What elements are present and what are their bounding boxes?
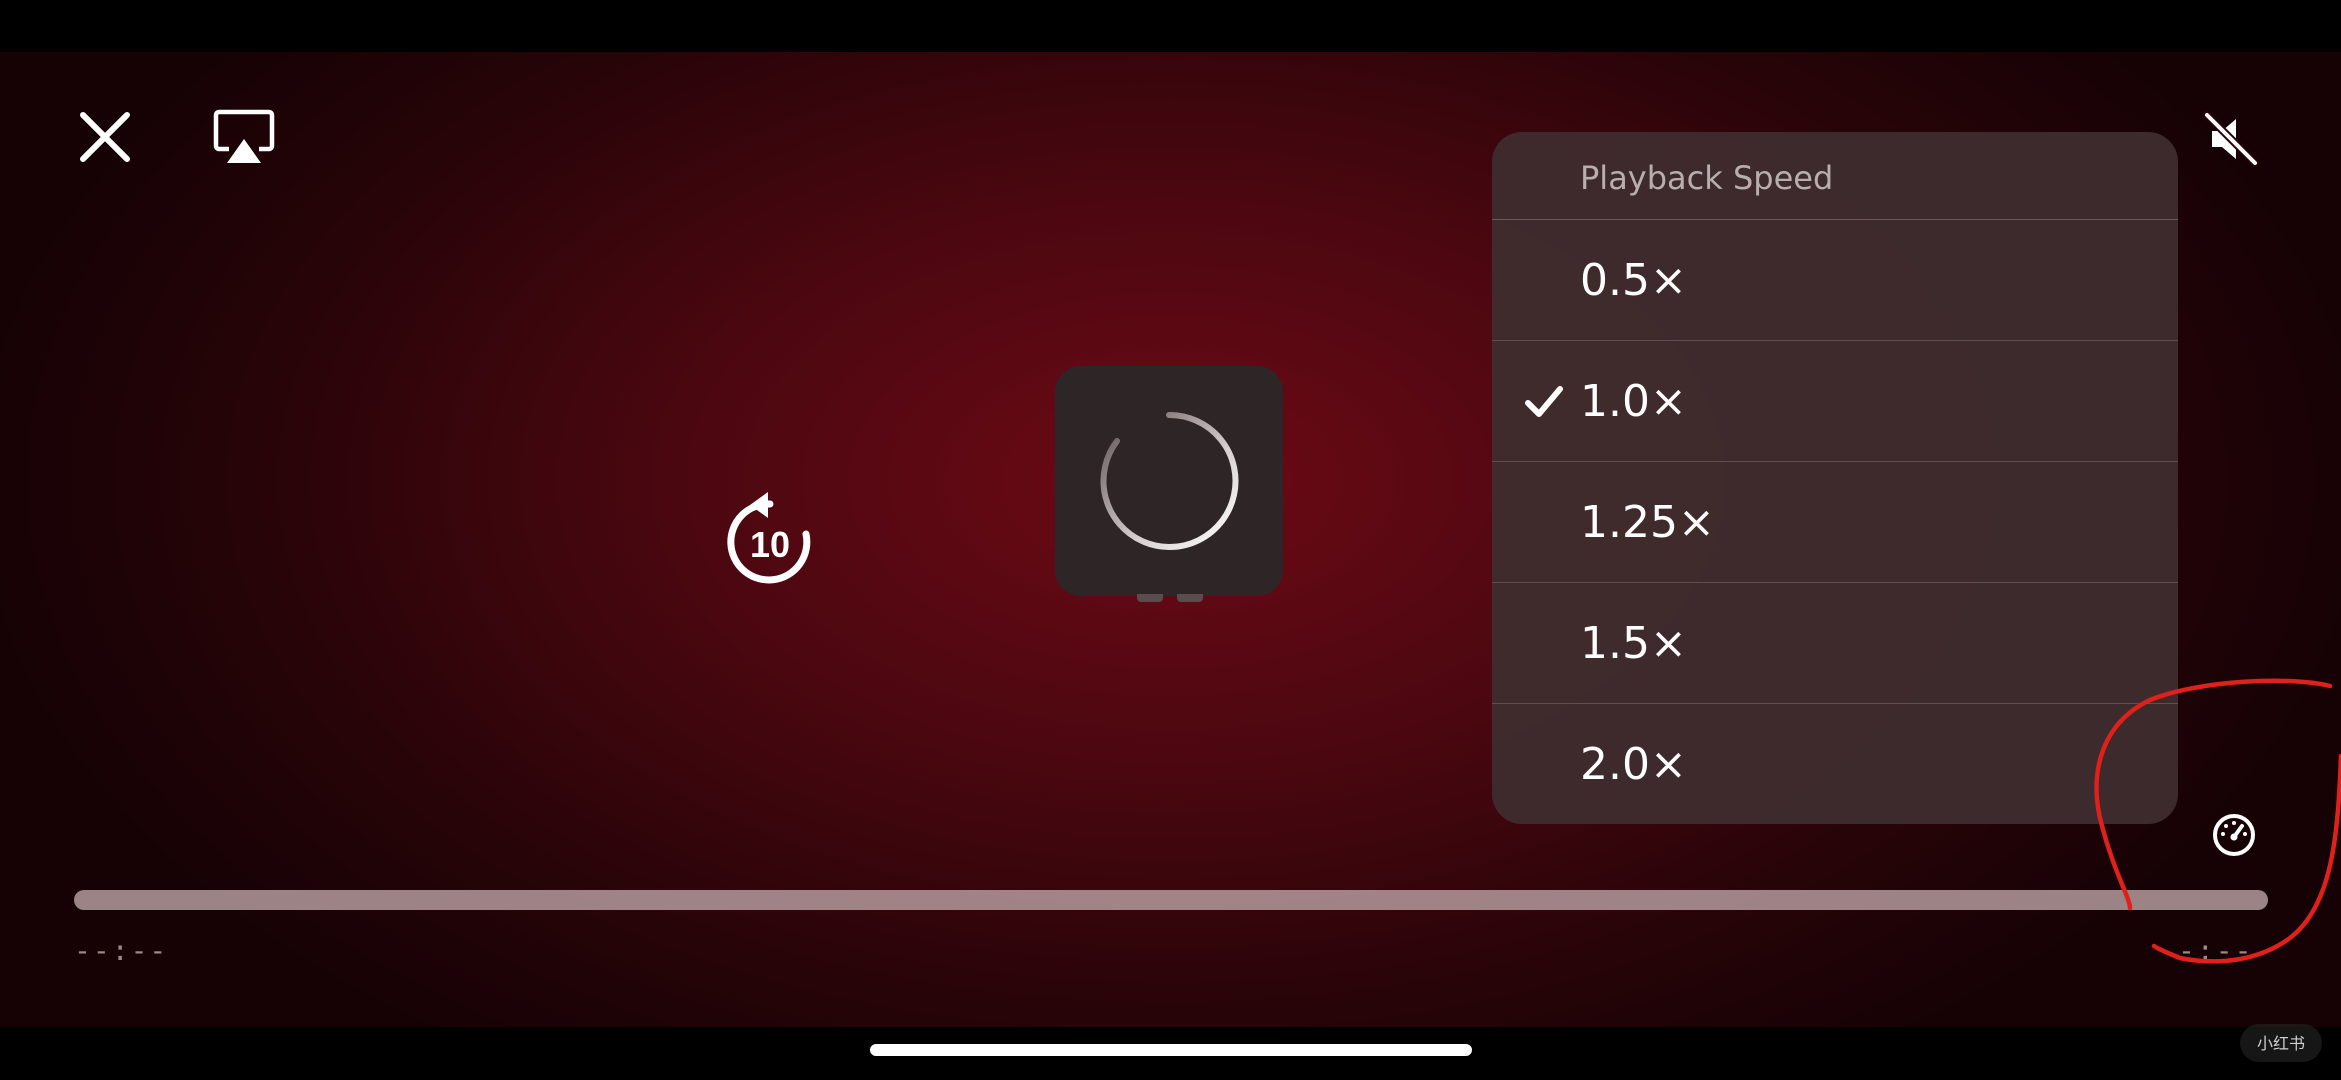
speed-option-label: 1.5× [1580,618,1687,669]
speed-menu-title: Playback Speed [1492,132,2178,220]
speed-option-2-0x[interactable]: 2.0× [1492,704,2178,824]
close-button[interactable] [70,102,140,172]
speed-option-label: 2.0× [1580,739,1687,790]
checkmark-icon [1524,341,1568,462]
playback-speed-button[interactable] [2209,810,2259,860]
skip-back-10-icon: 10 [727,492,811,584]
progress-bar[interactable] [74,890,2268,910]
mute-button[interactable] [2196,104,2266,174]
skip-back-seconds: 10 [750,524,790,565]
airplay-button[interactable] [208,102,280,174]
skip-back-10-button[interactable]: 10 [718,488,822,592]
speed-option-1-0x[interactable]: 1.0× [1492,341,2178,462]
close-x-icon [80,112,130,162]
loading-spinner-box [1055,366,1283,596]
airplay-icon [213,109,275,163]
pause-icon-remnant [1130,594,1210,602]
elapsed-time: --:-- [74,934,169,967]
speed-option-label: 1.25× [1580,497,1715,548]
speed-option-0-5x[interactable]: 0.5× [1492,220,2178,341]
speed-option-label: 0.5× [1580,255,1687,306]
speedometer-icon [2213,814,2255,856]
svg-text:小红书: 小红书 [2257,1034,2305,1053]
speed-option-label: 1.0× [1580,376,1687,427]
speed-option-1-25x[interactable]: 1.25× [1492,462,2178,583]
playback-speed-menu: Playback Speed 0.5× 1.0× 1.25× 1.5× 2.0× [1492,132,2178,824]
screen: 10 Playback Speed 0.5× 1.0× 1.25× 1.5× 2… [0,0,2341,1080]
speaker-muted-icon [2203,111,2259,167]
remaining-time: -:-- [2178,934,2254,967]
loading-spinner-icon [1100,411,1239,550]
home-indicator[interactable] [870,1044,1472,1056]
speed-option-1-5x[interactable]: 1.5× [1492,583,2178,704]
watermark-logo: 小红书 [2240,1024,2322,1062]
